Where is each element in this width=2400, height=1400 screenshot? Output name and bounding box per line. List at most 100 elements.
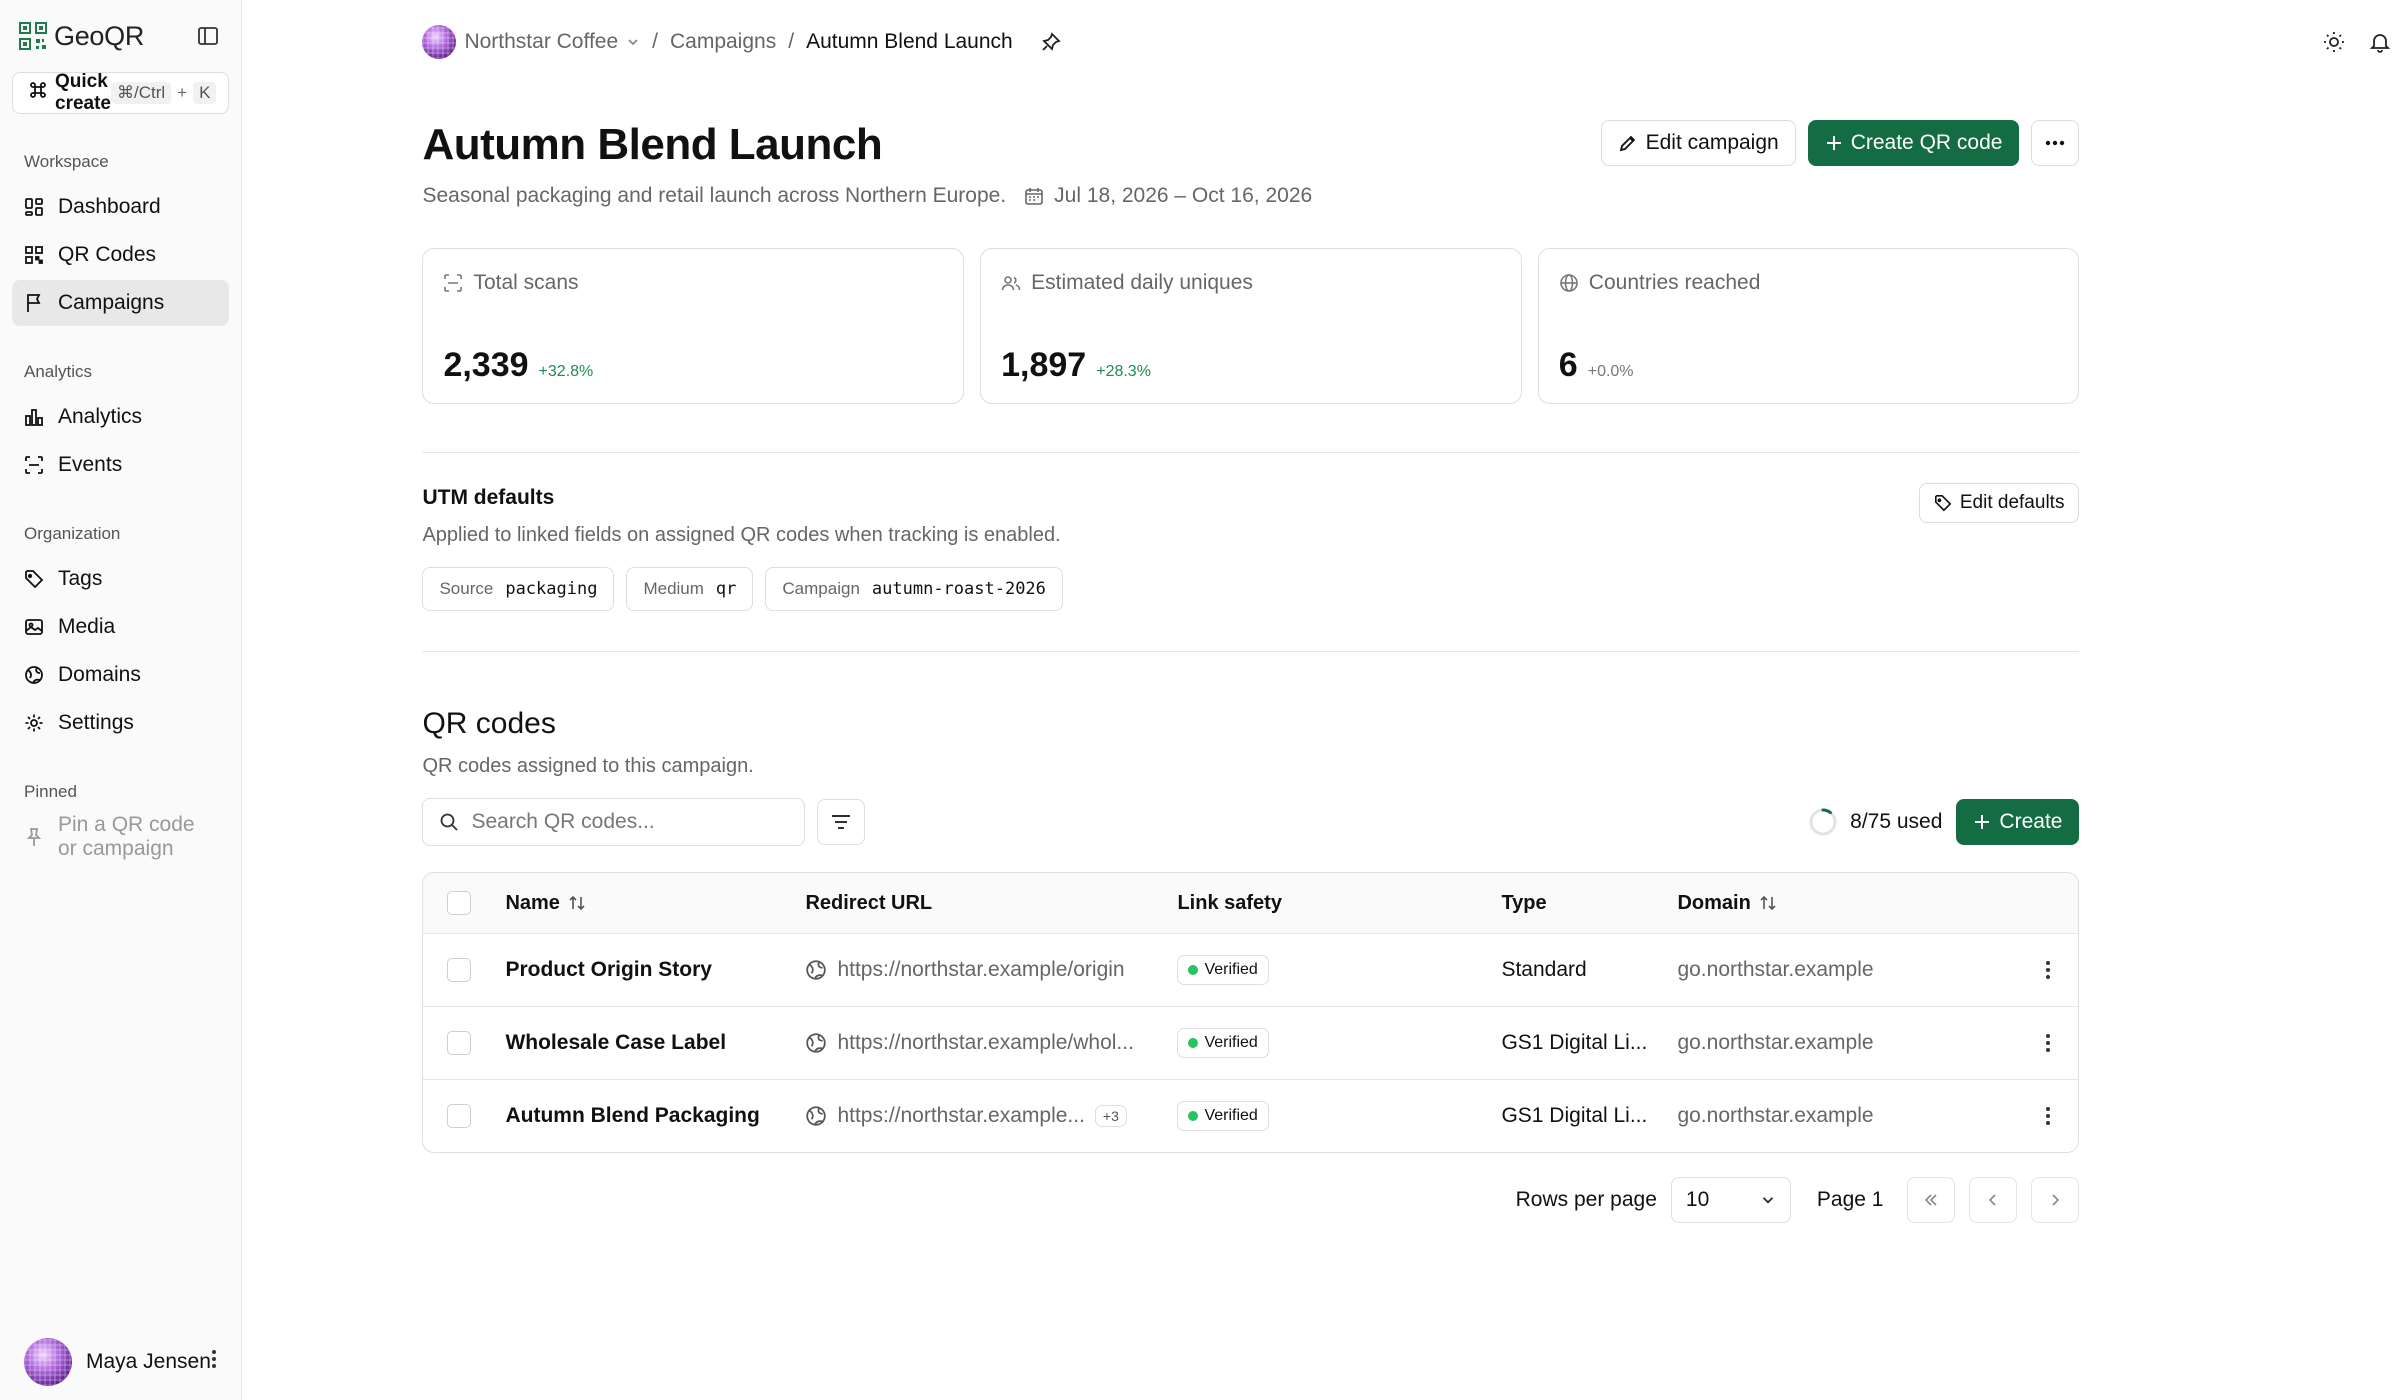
stats-row: Total scans 2,339 +32.8% Estimated daily… (422, 248, 2080, 404)
globe-icon (806, 1106, 827, 1126)
redirect-url[interactable]: https://northstar.example/whol... (837, 1031, 1133, 1055)
column-header-type: Type (1501, 892, 1677, 915)
row-checkbox[interactable] (447, 958, 472, 982)
scan-icon (25, 456, 43, 474)
qr-name[interactable]: Autumn Blend Packaging (505, 1104, 759, 1128)
row-checkbox[interactable] (447, 1104, 472, 1128)
divider (422, 452, 2080, 453)
theme-toggle-sun-icon[interactable] (2322, 30, 2346, 54)
verified-dot (1188, 965, 1199, 975)
image-icon (25, 619, 43, 635)
qr-name[interactable]: Wholesale Case Label (505, 1031, 726, 1055)
column-header-safety: Link safety (1177, 892, 1501, 915)
search-input[interactable] (471, 810, 772, 834)
qr-section-description: QR codes assigned to this campaign. (422, 755, 754, 777)
sidebar-item-settings[interactable]: Settings (12, 700, 229, 746)
rows-per-page-select[interactable]: 10 (1670, 1177, 1791, 1223)
brand-logo-link[interactable]: GeoQR (18, 21, 144, 52)
next-page-button[interactable] (2031, 1177, 2080, 1223)
create-label: Create (1999, 810, 2063, 833)
row-checkbox[interactable] (447, 1031, 472, 1055)
create-qr-code-button[interactable]: Create QR code (1807, 120, 2020, 166)
row-menu-button[interactable] (2018, 1105, 2078, 1127)
usage-text: 8/75 used (1850, 810, 1943, 833)
section-label-organization: Organization (24, 524, 121, 543)
quick-create-label: Quick create (55, 71, 111, 114)
more-vertical-icon[interactable] (211, 1348, 217, 1376)
user-name: Maya Jensen (86, 1350, 211, 1373)
table-row[interactable]: Autumn Blend Packaging https://northstar… (423, 1079, 2079, 1152)
campaign-description: Seasonal packaging and retail launch acr… (422, 184, 1007, 207)
create-button[interactable]: Create (1956, 799, 2080, 845)
section-label-analytics: Analytics (24, 362, 93, 381)
sidebar-item-dashboard[interactable]: Dashboard (12, 184, 229, 230)
sidebar-item-label: Dashboard (58, 195, 161, 218)
qr-name[interactable]: Product Origin Story (505, 958, 712, 982)
edit-defaults-label: Edit defaults (1959, 492, 2065, 513)
sidebar-item-analytics[interactable]: Analytics (12, 394, 229, 440)
sidebar-item-events[interactable]: Events (12, 442, 229, 488)
row-menu-button[interactable] (2018, 959, 2078, 981)
chip-key: Source (439, 579, 494, 598)
breadcrumb-campaigns[interactable]: Campaigns (670, 30, 776, 54)
dashboard-icon (25, 198, 43, 216)
user-menu[interactable]: Maya Jensen (12, 1334, 229, 1390)
breadcrumb-current: Autumn Blend Launch (806, 30, 1013, 53)
pinned-empty-label: Pin a QR code or campaign (58, 813, 195, 860)
edit-defaults-button[interactable]: Edit defaults (1918, 483, 2080, 523)
row-menu-button[interactable] (2018, 1032, 2078, 1054)
extra-urls-badge[interactable]: +3 (1094, 1105, 1127, 1127)
breadcrumb: Northstar Coffee / Campaigns / Autumn Bl… (422, 25, 1061, 59)
safety-label: Verified (1204, 961, 1258, 978)
sidebar-item-qr-codes[interactable]: QR Codes (12, 232, 229, 278)
sort-icon (569, 895, 585, 911)
search-icon (441, 813, 459, 831)
stat-label: Total scans (473, 271, 579, 294)
pin-icon[interactable] (1041, 32, 1061, 52)
safety-badge: Verified (1177, 955, 1269, 985)
sidebar-item-domains[interactable]: Domains (12, 652, 229, 698)
notifications-bell-icon[interactable] (2368, 30, 2392, 54)
safety-badge: Verified (1177, 1028, 1269, 1058)
select-all-checkbox[interactable] (447, 891, 472, 915)
column-header-domain[interactable]: Domain (1677, 892, 2018, 915)
topbar: Northstar Coffee / Campaigns / Autumn Bl… (242, 0, 2400, 84)
table-row[interactable]: Product Origin Story https://northstar.e… (423, 933, 2079, 1006)
chip-value: autumn-roast-2026 (871, 579, 1046, 599)
more-vertical-icon (2046, 961, 2051, 979)
chip-key: Campaign (782, 579, 860, 598)
table-row[interactable]: Wholesale Case Label https://northstar.e… (423, 1006, 2079, 1079)
column-label: Name (505, 891, 560, 914)
sidebar-item-campaigns[interactable]: Campaigns (12, 280, 230, 326)
quick-create-button[interactable]: Quick create ⌘/Ctrl + K (12, 71, 230, 114)
sidebar-item-label: Events (58, 453, 123, 476)
shortcut-key: K (193, 82, 217, 104)
filter-icon (832, 815, 851, 829)
edit-campaign-button[interactable]: Edit campaign (1600, 120, 1796, 166)
column-header-url: Redirect URL (805, 892, 1177, 915)
org-switcher[interactable]: Northstar Coffee (422, 25, 640, 59)
previous-page-button[interactable] (1969, 1177, 2018, 1223)
qr-logo-icon (19, 22, 47, 50)
more-vertical-icon (2046, 1107, 2051, 1125)
page-title: Autumn Blend Launch (422, 120, 883, 169)
redirect-url[interactable]: https://northstar.example... (837, 1104, 1084, 1128)
section-label-workspace: Workspace (24, 152, 109, 171)
sidebar-item-tags[interactable]: Tags (12, 556, 229, 602)
more-actions-button[interactable] (2031, 120, 2080, 166)
first-page-button[interactable] (1907, 1177, 1956, 1223)
filter-button[interactable] (817, 799, 866, 845)
org-name: Northstar Coffee (464, 30, 619, 53)
sidebar-item-media[interactable]: Media (12, 604, 229, 650)
column-header-name[interactable]: Name (505, 892, 805, 915)
redirect-url[interactable]: https://northstar.example/origin (837, 958, 1124, 982)
safety-label: Verified (1204, 1107, 1258, 1124)
shortcut-plus: + (177, 83, 188, 102)
globe-icon (806, 960, 827, 980)
create-qr-code-label: Create QR code (1850, 131, 2003, 154)
sidebar-toggle-icon[interactable] (197, 25, 219, 47)
stat-value: 2,339 (443, 346, 529, 384)
column-label: Domain (1677, 891, 1751, 914)
stat-card-total-scans: Total scans 2,339 +32.8% (422, 248, 965, 404)
date-range-text: Jul 18, 2026 – Oct 16, 2026 (1054, 184, 1313, 207)
